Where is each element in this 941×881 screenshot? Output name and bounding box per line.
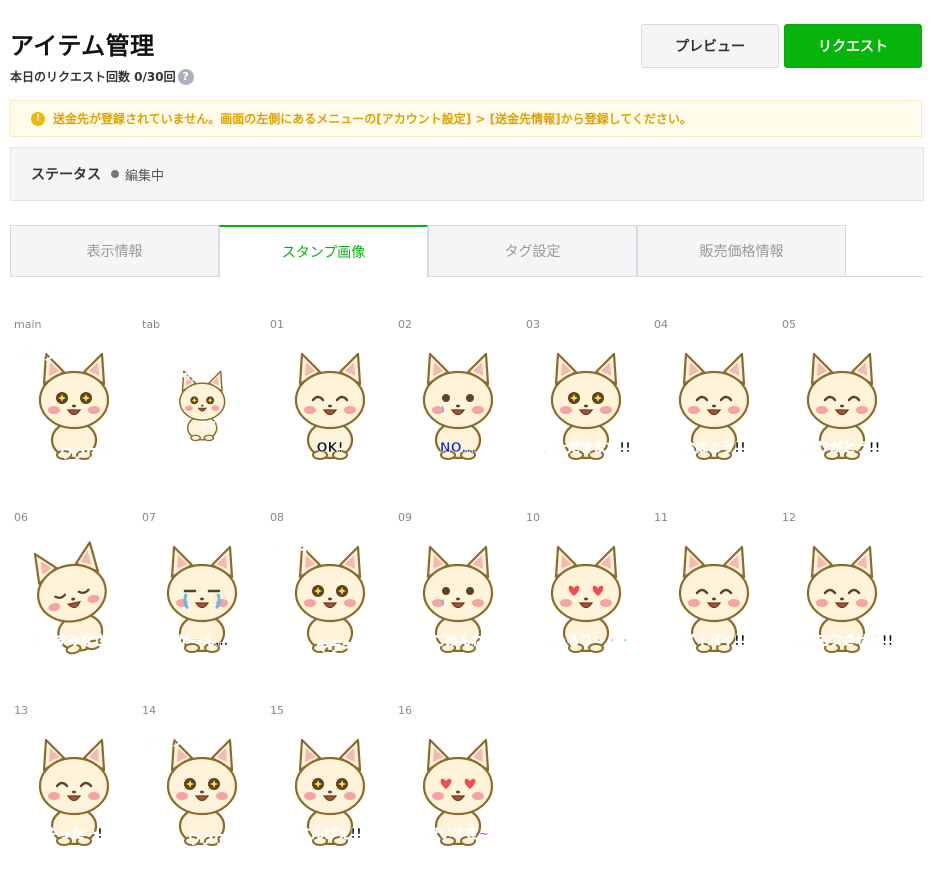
- sticker-label: 05: [782, 318, 796, 331]
- sticker-caption-secondary: ワクワク: [198, 420, 234, 431]
- sticker-caption: ごめんね: [432, 633, 484, 649]
- sticker-item[interactable]: 07 がーん…: [138, 511, 266, 691]
- page-title: アイテム管理: [10, 32, 155, 60]
- sticker-label: 04: [654, 318, 668, 331]
- sticker-image[interactable]: NO...: [394, 340, 522, 468]
- sticker-caption: モフモフさせて!!: [791, 634, 894, 649]
- sticker-label: 06: [14, 511, 28, 524]
- sticker-item[interactable]: 03 いただきます!!: [522, 318, 650, 498]
- sticker-item[interactable]: 06 おやすみなさい: [10, 511, 138, 691]
- sticker-image[interactable]: やったー!: [10, 726, 138, 854]
- sticker-item[interactable]: 09 ごめんね: [394, 511, 522, 691]
- sticker-label: main: [14, 318, 42, 331]
- status-panel: ステータス 編集中: [10, 147, 924, 201]
- sticker-label: 01: [270, 318, 284, 331]
- sticker-caption: バイバイ!!: [682, 634, 746, 649]
- sticker-label: 03: [526, 318, 540, 331]
- sticker-label: 02: [398, 318, 412, 331]
- request-count-text: 本日のリクエスト回数 0/30回: [10, 70, 176, 84]
- sticker-image[interactable]: おはよう!!: [650, 340, 778, 468]
- sticker-label: 10: [526, 511, 540, 524]
- sticker-image[interactable]: ワクワクワクワク: [10, 340, 138, 468]
- tab-price-info[interactable]: 販売価格情報: [637, 225, 846, 277]
- sticker-label: tab: [142, 318, 161, 331]
- sticker-caption: ワクワク: [164, 372, 200, 383]
- sticker-item[interactable]: 14 ワクワク ワクワク: [138, 704, 266, 881]
- sticker-item[interactable]: tab ワクワク ワクワク: [138, 318, 266, 498]
- sticker-caption: キラキラ: [272, 542, 324, 557]
- sticker-caption: NO...: [440, 441, 476, 456]
- sticker-caption-secondary: ワクワク: [188, 833, 240, 848]
- tab-sticker-images[interactable]: スタンプ画像: [219, 225, 428, 278]
- sticker-label: 07: [142, 511, 156, 524]
- sticker-item[interactable]: 10 じゅるり・・・: [522, 511, 650, 691]
- sticker-caption: だいすき~: [427, 827, 490, 842]
- sticker-caption-secondary: ワクワク: [60, 447, 112, 462]
- sticker-item[interactable]: 15 すんげぇ!!: [266, 704, 394, 881]
- sticker-image[interactable]: いただきます!!: [522, 340, 650, 468]
- tab-tag-settings[interactable]: タグ設定: [428, 225, 637, 277]
- sticker-item[interactable]: 02 NO...: [394, 318, 522, 498]
- status-value: 編集中: [125, 168, 165, 184]
- sticker-item[interactable]: 12 モフモフさせて!!: [778, 511, 906, 691]
- sticker-image[interactable]: すんげぇ!!: [266, 726, 394, 854]
- sticker-image[interactable]: おやすみなさい: [10, 533, 138, 661]
- sticker-item[interactable]: 01 OK!: [266, 318, 394, 498]
- sticker-image[interactable]: ワクワクワクワク: [138, 340, 266, 468]
- sticker-image[interactable]: バイバイ!!: [650, 533, 778, 661]
- sticker-caption: ワクワク: [144, 735, 196, 750]
- sticker-caption: じゅるり・・・: [540, 634, 631, 649]
- sticker-caption: おはよう!!: [682, 441, 746, 456]
- sticker-label: 13: [14, 704, 28, 717]
- sticker-item[interactable]: 11 バイバイ!!: [650, 511, 778, 691]
- warning-notice: ! 送金先が登録されていません。画面の左側にあるメニューの[アカウント設定] >…: [10, 100, 922, 137]
- tab-bar: 表示情報 スタンプ画像 タグ設定 販売価格情報: [10, 225, 923, 278]
- sticker-image[interactable]: ワクワクワクワク: [138, 726, 266, 854]
- sticker-caption: おやすみなさい: [28, 634, 119, 649]
- sticker-image[interactable]: モフモフさせて!!: [778, 533, 906, 661]
- sticker-item[interactable]: main ワクワク ワクワク: [10, 318, 138, 498]
- sticker-item[interactable]: 05 ありがとう!!: [778, 318, 906, 498]
- sticker-image[interactable]: ありがとう!!: [778, 340, 906, 468]
- help-icon[interactable]: ?: [177, 68, 194, 85]
- sticker-image[interactable]: キラキラキラキラ: [266, 533, 394, 661]
- sticker-caption: がーん…: [176, 633, 228, 649]
- sticker-image[interactable]: OK!: [266, 340, 394, 468]
- sticker-caption: すんげぇ!!: [298, 826, 362, 842]
- tab-display-info[interactable]: 表示情報: [10, 225, 219, 277]
- warning-icon: !: [31, 111, 45, 126]
- status-dot-icon: [111, 170, 119, 178]
- warning-text: 送金先が登録されていません。画面の左側にあるメニューの[アカウント設定] > […: [53, 112, 692, 126]
- request-button[interactable]: リクエスト: [784, 24, 922, 68]
- sticker-image[interactable]: だいすき~: [394, 726, 522, 854]
- sticker-image[interactable]: じゅるり・・・: [522, 533, 650, 661]
- sticker-image[interactable]: ごめんね: [394, 533, 522, 661]
- sticker-caption-secondary: キラキラ: [316, 640, 368, 655]
- sticker-caption: OK!: [316, 441, 343, 456]
- sticker-image[interactable]: がーん…: [138, 533, 266, 661]
- sticker-caption: ありがとう!!: [804, 440, 881, 456]
- sticker-item[interactable]: 13 やったー!: [10, 704, 138, 881]
- request-count: 本日のリクエスト回数 0/30回 ?: [10, 68, 194, 85]
- sticker-label: 16: [398, 704, 412, 717]
- sticker-item[interactable]: 08 キラキラ キラキラ: [266, 511, 394, 691]
- sticker-caption: いただきます!!: [541, 441, 631, 456]
- sticker-label: 12: [782, 511, 796, 524]
- preview-button[interactable]: プレビュー: [641, 24, 779, 68]
- sticker-label: 14: [142, 704, 156, 717]
- sticker-caption: やったー!: [45, 827, 103, 842]
- sticker-item[interactable]: 04 おはよう!!: [650, 318, 778, 498]
- sticker-label: 08: [270, 511, 284, 524]
- sticker-item[interactable]: 16 だいすき~: [394, 704, 522, 881]
- sticker-label: 11: [654, 511, 668, 524]
- sticker-label: 09: [398, 511, 412, 524]
- sticker-caption: ワクワク: [16, 349, 68, 364]
- status-label: ステータス: [31, 167, 101, 183]
- sticker-label: 15: [270, 704, 284, 717]
